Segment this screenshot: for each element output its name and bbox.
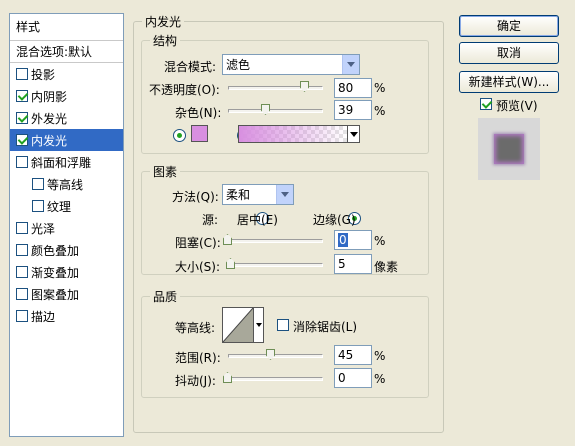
noise-slider-track[interactable] [228, 109, 323, 113]
preview-label[interactable]: 预览(V) [496, 97, 538, 114]
sidebar-item[interactable]: 纹理 [10, 195, 123, 217]
choke-label: 阻塞(C): [175, 236, 221, 250]
sidebar-item-checkbox[interactable] [32, 178, 44, 190]
sidebar-item-checkbox[interactable] [16, 90, 28, 102]
chevron-down-icon [276, 185, 293, 204]
blend-mode-value: 滤色 [226, 58, 251, 72]
choke-percent: % [374, 234, 386, 248]
jitter-percent: % [374, 372, 386, 386]
preview-thumbnail [478, 118, 540, 180]
method-value: 柔和 [226, 188, 251, 202]
sidebar-item-label: 内阴影 [31, 89, 68, 104]
antialias-checkbox[interactable] [277, 319, 289, 331]
sidebar-item-checkbox[interactable] [32, 200, 44, 212]
sidebar-item-label: 斜面和浮雕 [31, 155, 92, 170]
sidebar-item-checkbox[interactable] [16, 310, 28, 322]
sidebar-item-label: 等高线 [47, 177, 84, 192]
sidebar-item[interactable]: 图案叠加 [10, 283, 123, 305]
elements-legend: 图素 [153, 165, 178, 179]
sidebar-item-checkbox[interactable] [16, 288, 28, 300]
source-label: 源: [202, 213, 219, 227]
sidebar-item[interactable]: 内发光 [10, 129, 123, 151]
opacity-input[interactable]: 80 [334, 78, 372, 98]
preview-checkbox[interactable] [480, 98, 492, 110]
range-input[interactable]: 45 [334, 345, 372, 365]
size-slider-track[interactable] [228, 263, 323, 267]
sidebar-item[interactable]: 投影 [10, 63, 123, 85]
sidebar-item-checkbox[interactable] [16, 156, 28, 168]
range-percent: % [374, 349, 386, 363]
styles-list: 样式 混合选项:默认 投影内阴影外发光内发光斜面和浮雕等高线纹理光泽颜色叠加渐变… [9, 13, 124, 437]
sidebar-item-checkbox[interactable] [16, 68, 28, 80]
sidebar-item-checkbox[interactable] [16, 112, 28, 124]
sidebar-item[interactable]: 内阴影 [10, 85, 123, 107]
sidebar-item[interactable]: 外发光 [10, 107, 123, 129]
opacity-label: 不透明度(O): [149, 83, 220, 97]
contour-curve-icon [223, 308, 253, 342]
sidebar-item-checkbox[interactable] [16, 134, 28, 146]
method-select[interactable]: 柔和 [222, 184, 294, 205]
blend-options-item[interactable]: 混合选项:默认 [10, 41, 123, 63]
range-label: 范围(R): [175, 351, 221, 365]
sidebar-item-label: 纹理 [47, 199, 72, 214]
jitter-input[interactable]: 0 [334, 368, 372, 388]
sidebar-item-label: 渐变叠加 [31, 265, 80, 280]
sidebar-item-label: 投影 [31, 67, 56, 82]
structure-legend: 结构 [153, 34, 178, 48]
sidebar-item-label: 图案叠加 [31, 287, 80, 302]
choke-input[interactable]: 0 [334, 230, 372, 250]
gradient-dropdown-arrow[interactable] [347, 126, 359, 142]
noise-label: 杂色(N): [175, 106, 222, 120]
contour-dropdown-arrow[interactable] [253, 308, 263, 342]
size-label: 大小(S): [175, 260, 221, 274]
contour-picker[interactable] [222, 307, 264, 343]
method-label: 方法(Q): [172, 190, 219, 204]
size-input[interactable]: 5 [334, 254, 372, 274]
gradient-preview [239, 126, 347, 142]
solid-color-radio[interactable] [173, 129, 186, 142]
blend-mode-select[interactable]: 滤色 [222, 54, 360, 75]
sidebar-item-label: 外发光 [31, 111, 68, 126]
styles-header: 样式 [10, 14, 123, 41]
source-edge-label[interactable]: 边缘(G) [313, 211, 356, 228]
glow-color-swatch[interactable] [191, 125, 208, 142]
opacity-percent: % [374, 81, 386, 95]
jitter-label: 抖动(J): [175, 374, 216, 388]
sidebar-item-label: 颜色叠加 [31, 243, 80, 258]
contour-label: 等高线: [175, 321, 216, 335]
quality-legend: 品质 [153, 290, 178, 304]
cancel-button[interactable]: 取消 [459, 42, 559, 64]
sidebar-item[interactable]: 光泽 [10, 217, 123, 239]
chevron-down-icon [342, 55, 359, 74]
new-style-button[interactable]: 新建样式(W)... [459, 71, 559, 93]
range-slider-track[interactable] [228, 354, 323, 358]
sidebar-item[interactable]: 颜色叠加 [10, 239, 123, 261]
sidebar-item[interactable]: 斜面和浮雕 [10, 151, 123, 173]
blend-mode-label: 混合模式: [164, 60, 217, 74]
source-center-label[interactable]: 居中(E) [237, 211, 278, 228]
antialias-label[interactable]: 消除锯齿(L) [293, 318, 357, 335]
chevron-down-icon [255, 323, 262, 327]
preview-swatch [494, 134, 524, 164]
sidebar-item[interactable]: 渐变叠加 [10, 261, 123, 283]
chevron-down-icon [349, 131, 358, 137]
gradient-picker[interactable] [238, 125, 360, 143]
choke-value: 0 [338, 233, 348, 247]
jitter-slider-track[interactable] [228, 377, 323, 381]
choke-slider-track[interactable] [228, 239, 323, 243]
noise-input[interactable]: 39 [334, 100, 372, 120]
ok-button[interactable]: 确定 [459, 15, 559, 37]
sidebar-item-label: 描边 [31, 309, 56, 324]
sidebar-item-label: 光泽 [31, 221, 56, 236]
size-unit: 像素 [374, 260, 399, 274]
sidebar-item-checkbox[interactable] [16, 222, 28, 234]
sidebar-item[interactable]: 描边 [10, 305, 123, 327]
sidebar-item-checkbox[interactable] [16, 266, 28, 278]
noise-percent: % [374, 104, 386, 118]
inner-glow-title: 内发光 [145, 15, 182, 29]
sidebar-item-checkbox[interactable] [16, 244, 28, 256]
sidebar-item-label: 内发光 [31, 133, 68, 148]
sidebar-item[interactable]: 等高线 [10, 173, 123, 195]
